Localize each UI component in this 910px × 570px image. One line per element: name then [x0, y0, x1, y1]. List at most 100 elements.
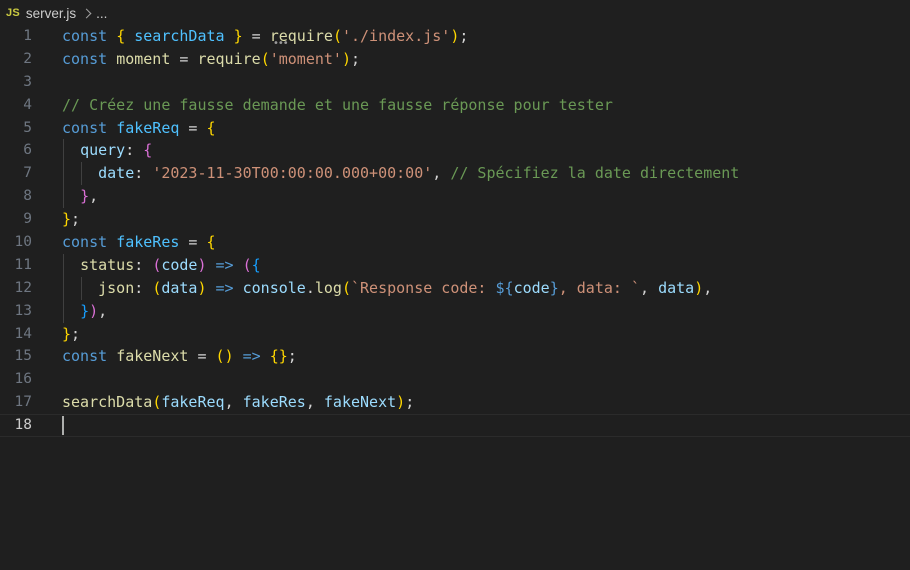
breadcrumb-file-name[interactable]: server.js: [26, 6, 76, 21]
code-line[interactable]: 9};: [0, 208, 910, 231]
code-token: =: [188, 347, 216, 366]
code-line[interactable]: 16: [0, 368, 910, 391]
code-token: :: [125, 141, 144, 160]
code-token: ;: [71, 210, 81, 229]
code-token: ): [396, 393, 406, 412]
code-token: fakeReq: [116, 118, 180, 137]
code-line[interactable]: 5 const fakeReq = {: [0, 117, 910, 140]
code-line[interactable]: 11 status: (code) => ({: [0, 253, 910, 277]
code-token: (: [341, 278, 351, 297]
code-token: =>: [215, 255, 234, 274]
code-token: require: [269, 27, 333, 45]
line-number: 3: [23, 73, 32, 90]
code-line[interactable]: 14};: [0, 323, 910, 346]
code-token: :: [134, 164, 153, 183]
code-token: fakeNext: [116, 347, 189, 366]
line-number: 7: [23, 165, 32, 182]
code-line[interactable]: 4 // Créez une fausse demande et une faus…: [0, 94, 910, 117]
code-token: }: [80, 187, 90, 206]
code-token: json: [98, 278, 135, 297]
code-line[interactable]: 13 }),: [0, 299, 910, 323]
line-text: const fakeRes = {: [62, 231, 216, 254]
code-token: (: [332, 27, 342, 45]
line-number: 5: [23, 119, 32, 136]
code-area[interactable]: 1 const { searchData } = require('./index…: [0, 25, 910, 437]
code-token: log: [314, 278, 342, 297]
code-token: ,: [224, 393, 243, 412]
code-line[interactable]: 17 searchData(fakeReq, fakeRes, fakeNext)…: [0, 391, 910, 414]
line-text: }),: [62, 300, 107, 323]
code-token: {: [269, 347, 279, 366]
code-token: date: [98, 164, 135, 183]
code-token: =>: [242, 347, 261, 366]
code-token: }: [62, 324, 72, 343]
code-line[interactable]: 15 const fakeNext = () => {};: [0, 345, 910, 368]
code-token: (: [242, 255, 252, 274]
breadcrumb-more[interactable]: ...: [96, 6, 107, 21]
code-token: (: [152, 255, 162, 274]
javascript-file-icon: JS: [6, 7, 20, 19]
code-line[interactable]: 10 const fakeRes = {: [0, 231, 910, 254]
code-token: ;: [405, 393, 415, 412]
line-text: status: (code) => ({: [62, 254, 261, 277]
code-editor[interactable]: JS server.js ... ••• 1 const { searchData…: [0, 0, 910, 570]
code-token: const: [62, 49, 108, 68]
code-token: }: [549, 278, 559, 297]
line-text: };: [62, 323, 80, 346]
code-token: console: [242, 278, 306, 297]
code-line[interactable]: 18: [0, 414, 910, 437]
code-token: require: [197, 49, 261, 68]
line-text: date: '2023-11-30T00:00:00.000+00:00', /…: [62, 162, 739, 185]
code-token: {: [143, 141, 153, 160]
code-token: // Spécifiez la date directement: [450, 164, 740, 183]
code-token: fakeRes: [242, 393, 306, 412]
code-token: fakeReq: [161, 393, 225, 412]
code-token: const: [62, 233, 108, 252]
code-token: (: [152, 393, 162, 412]
line-text: const fakeNext = () => {};: [62, 345, 297, 368]
code-token: ,: [98, 301, 108, 320]
code-line[interactable]: 3: [0, 71, 910, 94]
code-line[interactable]: 1 const { searchData } = require('./index…: [0, 25, 910, 48]
chevron-right-icon: [81, 8, 92, 18]
code-token: './index.js': [341, 27, 451, 45]
code-token: searchData: [62, 393, 153, 412]
code-token: ): [341, 49, 351, 68]
code-token: ): [197, 255, 207, 274]
code-token: ;: [459, 27, 469, 45]
code-token: =: [170, 49, 198, 68]
code-line[interactable]: 2 const moment = require('moment');: [0, 48, 910, 71]
code-token: =: [242, 27, 270, 45]
line-text: json: (data) => console.log(`Response co…: [62, 277, 712, 300]
line-number: 12: [14, 279, 32, 296]
code-token: ): [197, 278, 207, 297]
code-token: {: [116, 27, 126, 45]
code-token: {: [251, 255, 261, 274]
code-line[interactable]: 8 },: [0, 185, 910, 209]
code-token: {: [206, 233, 216, 252]
code-line[interactable]: 7 date: '2023-11-30T00:00:00.000+00:00',…: [0, 162, 910, 186]
line-text: // Créez une fausse demande et une fauss…: [62, 94, 613, 117]
code-line[interactable]: 12 json: (data) => console.log(`Response…: [0, 276, 910, 300]
line-number: 6: [23, 142, 32, 159]
code-token: fakeRes: [116, 233, 180, 252]
code-line[interactable]: 6 query: {: [0, 139, 910, 163]
line-text: };: [62, 208, 80, 231]
line-text: const { searchData } = require('./index.…: [62, 25, 468, 48]
code-token: }: [233, 27, 243, 45]
code-token: ,: [432, 164, 451, 183]
code-token: , data: `: [558, 278, 640, 297]
code-token: .: [305, 278, 315, 297]
code-token: searchData: [134, 27, 225, 45]
line-text: const moment = require('moment');: [62, 48, 360, 71]
